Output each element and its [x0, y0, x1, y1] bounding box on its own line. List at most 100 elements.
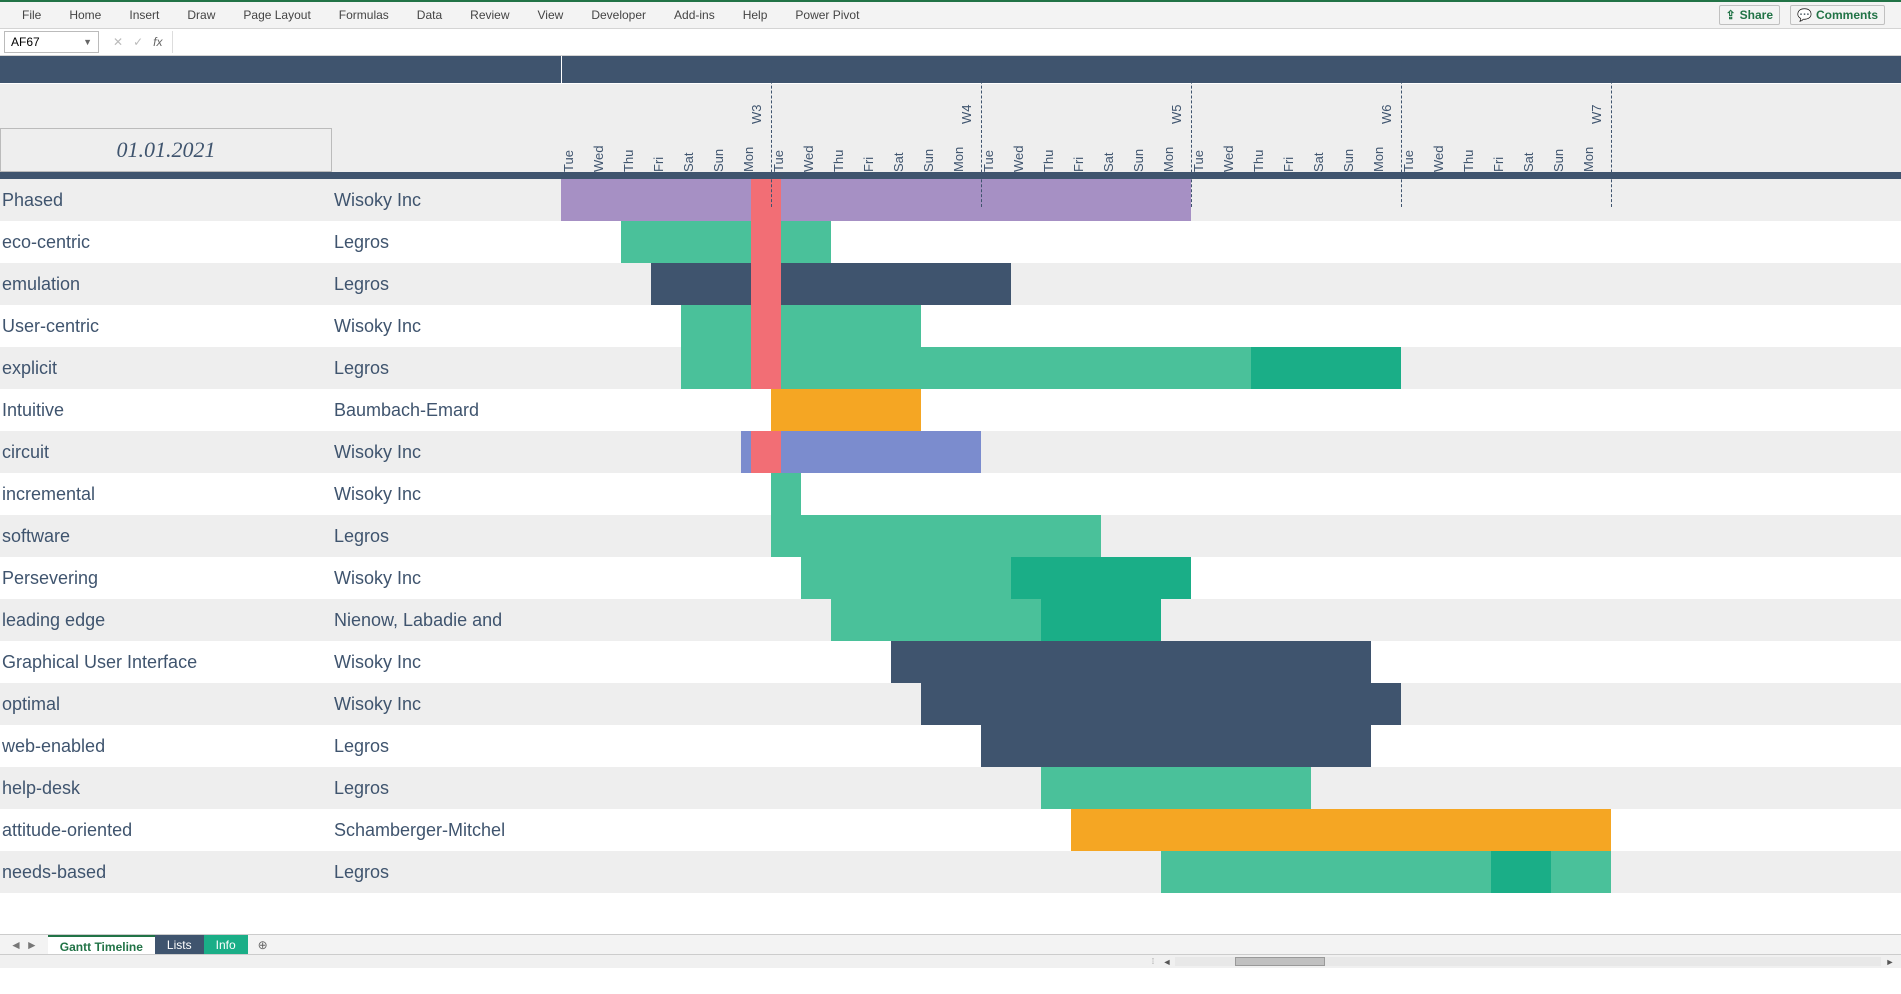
deal-cell[interactable]: web-enabled [0, 725, 332, 767]
scrollbar-split-handle[interactable]: ⁞ [1150, 957, 1156, 966]
company-cell[interactable]: Legros [332, 263, 561, 305]
timeline-day-cell: Sat [681, 84, 711, 172]
gantt-bar[interactable] [651, 263, 1011, 305]
company-cell[interactable]: Wisoky Inc [332, 641, 561, 683]
tab-nav: ◄ ► [0, 938, 48, 952]
timeline-day-label: Sat [1521, 84, 1536, 172]
deal-cell[interactable]: circuit [0, 431, 332, 473]
company-cell[interactable]: Baumbach-Emard [332, 389, 561, 431]
company-cell[interactable]: Wisoky Inc [332, 305, 561, 347]
ribbon-item-page-layout[interactable]: Page Layout [229, 2, 324, 29]
deal-cell[interactable]: incremental [0, 473, 332, 515]
tab-prev-icon[interactable]: ◄ [10, 938, 22, 952]
gantt-bar-lane [561, 179, 1901, 221]
scroll-right-icon[interactable]: ► [1883, 955, 1897, 968]
comments-icon: 💬 [1797, 8, 1812, 22]
deal-cell[interactable]: eco-centric [0, 221, 332, 263]
ribbon-item-power-pivot[interactable]: Power Pivot [781, 2, 873, 29]
company-cell[interactable]: Legros [332, 767, 561, 809]
formula-input[interactable] [173, 31, 1901, 53]
sheet-tab-gantt-timeline[interactable]: Gantt Timeline [48, 935, 155, 955]
gantt-bar[interactable] [981, 725, 1371, 767]
gantt-bar[interactable] [771, 389, 921, 431]
gantt-bar[interactable] [1071, 809, 1611, 851]
company-cell[interactable]: Nienow, Labadie and [332, 599, 561, 641]
ribbon-item-home[interactable]: Home [55, 2, 115, 29]
company-cell[interactable]: Legros [332, 221, 561, 263]
deal-cell[interactable]: Persevering [0, 557, 332, 599]
deal-cell[interactable]: Graphical User Interface [0, 641, 332, 683]
gantt-bar[interactable] [771, 515, 1101, 557]
comments-button[interactable]: 💬 Comments [1790, 5, 1885, 25]
name-box[interactable]: AF67 ▼ [4, 31, 99, 53]
tab-add-button[interactable]: ⊕ [248, 938, 278, 952]
timeline-day-cell: Thu [1461, 84, 1491, 172]
deal-cell[interactable]: software [0, 515, 332, 557]
scroll-thumb[interactable] [1235, 957, 1325, 966]
deal-cell[interactable]: leading edge [0, 599, 332, 641]
horizontal-scrollbar[interactable]: ⁞ ◄ ► [0, 954, 1901, 968]
sheet-tab-lists[interactable]: Lists [155, 935, 204, 955]
deal-cell[interactable]: Phased [0, 179, 332, 221]
ribbon-item-view[interactable]: View [524, 2, 578, 29]
gantt-bar[interactable] [1041, 599, 1161, 641]
company-cell[interactable]: Legros [332, 725, 561, 767]
timeline-day-cell: MonW6 [1371, 84, 1401, 172]
timeline-day-cell: Sun [1131, 84, 1161, 172]
deal-cell[interactable]: explicit [0, 347, 332, 389]
timeline-day-label: Fri [1281, 84, 1296, 172]
company-cell[interactable]: Wisoky Inc [332, 557, 561, 599]
company-cell[interactable]: Legros [332, 515, 561, 557]
ribbon-menu: FileHomeInsertDrawPage LayoutFormulasDat… [0, 2, 1901, 29]
company-cell[interactable]: Wisoky Inc [332, 683, 561, 725]
ribbon-item-formulas[interactable]: Formulas [325, 2, 403, 29]
ribbon-item-file[interactable]: File [8, 2, 55, 29]
company-cell[interactable]: Wisoky Inc [332, 431, 561, 473]
formula-cancel-icon[interactable]: ✕ [113, 35, 123, 49]
fx-icon[interactable]: fx [153, 35, 162, 49]
ribbon-item-review[interactable]: Review [456, 2, 523, 29]
company-cell[interactable]: Schamberger-Mitchel [332, 809, 561, 851]
deal-cell[interactable]: Intuitive [0, 389, 332, 431]
ribbon-item-insert[interactable]: Insert [115, 2, 173, 29]
gantt-bar[interactable] [621, 221, 831, 263]
gantt-bar[interactable] [1041, 767, 1311, 809]
deal-cell[interactable]: User-centric [0, 305, 332, 347]
formula-confirm-icon[interactable]: ✓ [133, 35, 143, 49]
gantt-bar[interactable] [1011, 557, 1191, 599]
ribbon-item-draw[interactable]: Draw [173, 2, 229, 29]
gantt-bar[interactable] [921, 683, 1401, 725]
tab-next-icon[interactable]: ► [26, 938, 38, 952]
ribbon-item-developer[interactable]: Developer [577, 2, 660, 29]
timeline-day-cell: Tue [981, 84, 1011, 172]
gantt-bar[interactable] [771, 473, 801, 515]
gantt-bar-lane [561, 431, 1901, 473]
deal-cell[interactable]: attitude-oriented [0, 809, 332, 851]
deal-cell[interactable]: help-desk [0, 767, 332, 809]
gantt-bar[interactable] [561, 179, 1191, 221]
ribbon-item-data[interactable]: Data [403, 2, 456, 29]
company-cell[interactable]: Legros [332, 851, 561, 893]
sheet-tab-info[interactable]: Info [204, 935, 248, 955]
gantt-bar[interactable] [741, 431, 981, 473]
gantt-bar[interactable] [681, 305, 921, 347]
ribbon-item-help[interactable]: Help [729, 2, 782, 29]
gantt-bar[interactable] [1491, 851, 1551, 893]
timeline-day-row: TueWedThuFriSatSunMonW3TueWedThuFriSatSu… [561, 84, 1901, 172]
deal-cell[interactable]: needs-based [0, 851, 332, 893]
timeline-day-cell: Wed [1431, 84, 1461, 172]
gantt-bar[interactable] [891, 641, 1371, 683]
ribbon-item-add-ins[interactable]: Add-ins [660, 2, 729, 29]
timeline-day-cell: Sun [711, 84, 741, 172]
company-cell[interactable]: Wisoky Inc [332, 473, 561, 515]
deal-cell[interactable]: optimal [0, 683, 332, 725]
gantt-bar-lane [561, 347, 1901, 389]
scroll-left-icon[interactable]: ◄ [1160, 955, 1174, 968]
gantt-row: web-enabledLegros [0, 725, 1901, 767]
timeline-day-cell: MonW7 [1581, 84, 1611, 172]
company-cell[interactable]: Wisoky Inc [332, 179, 561, 221]
share-button[interactable]: ⇪ Share [1719, 5, 1780, 25]
gantt-bar[interactable] [1251, 347, 1401, 389]
company-cell[interactable]: Legros [332, 347, 561, 389]
deal-cell[interactable]: emulation [0, 263, 332, 305]
